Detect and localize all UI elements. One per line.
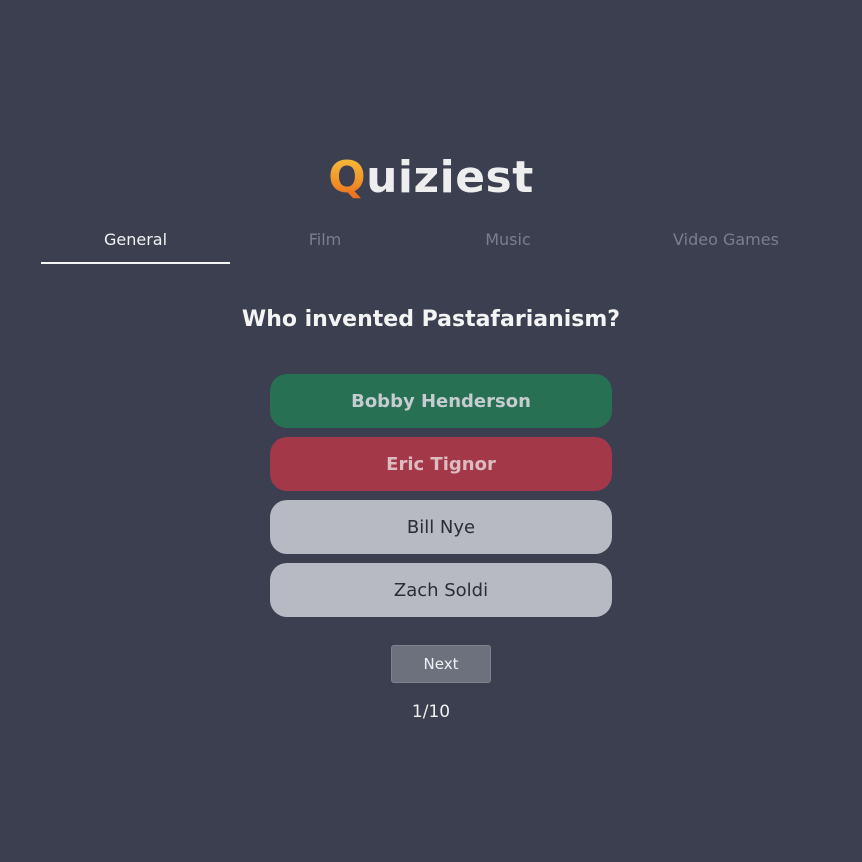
answer-option-correct[interactable]: Bobby Henderson bbox=[270, 374, 612, 428]
answer-option[interactable]: Zach Soldi bbox=[270, 563, 612, 617]
logo-text: uiziest bbox=[366, 152, 534, 203]
question-progress: 1/10 bbox=[411, 702, 451, 722]
answer-option-wrong[interactable]: Eric Tignor bbox=[270, 437, 612, 491]
tab-video-games[interactable]: Video Games bbox=[631, 226, 821, 262]
answer-label: Bobby Henderson bbox=[351, 390, 531, 412]
answer-option[interactable]: Bill Nye bbox=[270, 500, 612, 554]
question-text: Who invented Pastafarianism? bbox=[241, 307, 621, 332]
tab-music[interactable]: Music bbox=[413, 226, 603, 262]
tab-general[interactable]: General bbox=[41, 226, 230, 264]
answer-list: Bobby Henderson Eric Tignor Bill Nye Zac… bbox=[270, 374, 612, 626]
logo-q-letter: Q bbox=[328, 152, 367, 203]
answer-label: Zach Soldi bbox=[393, 579, 489, 601]
next-button[interactable]: Next bbox=[391, 645, 491, 683]
category-tabs: General Film Music Video Games bbox=[41, 226, 821, 264]
app-logo: Quiziest bbox=[0, 150, 862, 206]
answer-label: Eric Tignor bbox=[386, 453, 496, 475]
quiz-page: Quiziest General Film Music Video Games … bbox=[0, 0, 862, 862]
answer-label: Bill Nye bbox=[406, 516, 476, 538]
tab-film[interactable]: Film bbox=[230, 226, 420, 262]
